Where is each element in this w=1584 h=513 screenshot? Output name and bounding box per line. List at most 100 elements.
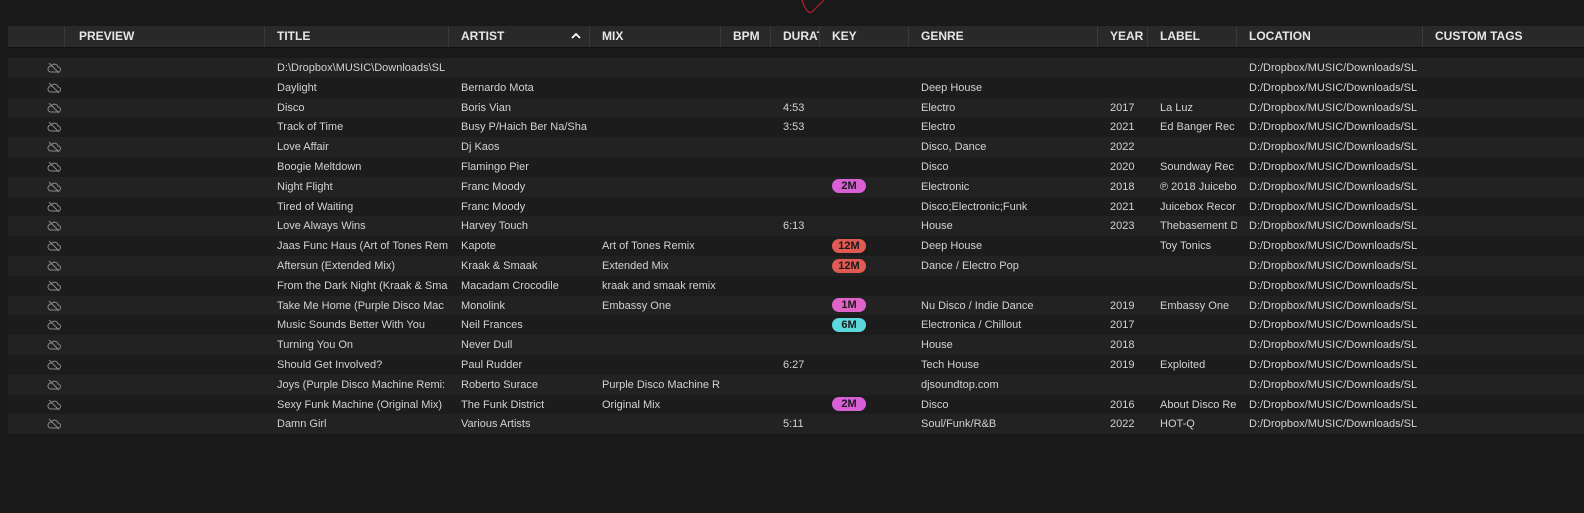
duration-cell xyxy=(771,78,820,98)
cloud-off-icon[interactable] xyxy=(47,339,61,351)
mix-cell: Art of Tones Remix xyxy=(602,240,695,253)
cloud-off-icon[interactable] xyxy=(47,359,61,371)
artist-cell: Paul Rudder xyxy=(461,358,523,371)
duration-cell: 6:27 xyxy=(783,358,805,371)
table-row[interactable]: Daylight Bernardo Mota Deep House D:/Dropbo… xyxy=(8,77,1584,98)
artist-cell: Bernardo Mota xyxy=(461,81,534,94)
title-cell: From the Dark Night (Kraak & Sma xyxy=(277,279,448,292)
key-cell: 1M xyxy=(820,296,909,316)
label-cell xyxy=(1148,256,1237,276)
column-header-preview[interactable]: PREVIEW xyxy=(67,26,265,47)
label-cell xyxy=(1148,78,1237,98)
table-row[interactable]: Music Sounds Better With You Neil Frances… xyxy=(8,315,1584,336)
column-header-key[interactable]: KEY xyxy=(820,26,909,47)
title-cell: Music Sounds Better With You xyxy=(277,319,425,332)
column-header-artist[interactable]: ARTIST xyxy=(449,26,590,47)
table-row[interactable]: D:\Dropbox\MUSIC\Downloads\SL D:/Dropbox/… xyxy=(8,58,1584,78)
location-cell: D:/Dropbox/MUSIC/Downloads/SL xyxy=(1249,220,1418,233)
location-cell: D:/Dropbox/MUSIC/Downloads/SL xyxy=(1249,62,1418,74)
cloud-off-icon[interactable] xyxy=(47,62,61,74)
column-header-title[interactable]: TITLE xyxy=(265,26,449,47)
label-cell xyxy=(1148,276,1237,296)
column-header-mix[interactable]: MIX xyxy=(590,26,721,47)
bpm-cell xyxy=(721,276,771,296)
table-row[interactable]: Track of Time Busy P/Haich Ber Na/Sha 3:53… xyxy=(8,117,1584,138)
column-header-year[interactable]: YEAR xyxy=(1098,26,1148,47)
artist-cell: Monolink xyxy=(461,299,506,312)
cloud-off-icon[interactable] xyxy=(47,220,61,232)
label-cell: Thebasement D xyxy=(1160,220,1237,233)
key-cell xyxy=(820,355,909,375)
mix-cell xyxy=(590,414,721,434)
column-header-genre[interactable]: GENRE xyxy=(909,26,1098,47)
cloud-off-icon[interactable] xyxy=(47,82,61,94)
location-cell: D:/Dropbox/MUSIC/Downloads/SL xyxy=(1249,279,1418,292)
column-header-location[interactable]: LOCATION xyxy=(1237,26,1423,47)
cloud-off-icon[interactable] xyxy=(47,161,61,173)
cloud-off-icon[interactable] xyxy=(47,102,61,114)
mix-cell xyxy=(590,177,721,197)
location-cell: D:/Dropbox/MUSIC/Downloads/SL xyxy=(1249,240,1418,253)
artist-cell: Busy P/Haich Ber Na/Sha xyxy=(461,121,587,134)
title-cell: Disco xyxy=(277,101,305,114)
bpm-cell xyxy=(721,375,771,395)
key-cell xyxy=(820,58,909,78)
table-row[interactable]: Take Me Home (Purple Disco Mac Monolink Em… xyxy=(8,295,1584,316)
title-cell: Joys (Purple Disco Machine Remi: xyxy=(277,378,446,391)
column-header-label[interactable]: LABEL xyxy=(1148,26,1237,47)
cloud-off-icon[interactable] xyxy=(47,379,61,391)
column-header-bpm[interactable]: BPM xyxy=(721,26,771,47)
table-row[interactable]: Night Flight Franc Moody 2M Electronic 2018 ℗… xyxy=(8,176,1584,197)
year-cell: 2023 xyxy=(1110,220,1135,233)
genre-cell xyxy=(909,276,1098,296)
title-cell: Boogie Meltdown xyxy=(277,160,362,173)
key-cell: 12M xyxy=(820,256,909,276)
table-row[interactable]: Jaas Func Haus (Art of Tones Rem Kapote Ar… xyxy=(8,236,1584,256)
mix-cell xyxy=(590,315,721,335)
duration-cell xyxy=(771,137,820,157)
table-row[interactable]: Damn Girl Various Artists 5:11 Soul/Funk/R&… xyxy=(8,414,1584,435)
column-header-duration[interactable]: DURAT xyxy=(771,26,820,47)
mix-cell: kraak and smaak remix xyxy=(602,279,716,292)
year-cell xyxy=(1098,58,1148,78)
table-row[interactable]: Turning You On Never Dull House 2018 D:/Drop… xyxy=(8,335,1584,355)
table-row[interactable]: Love Always Wins Harvey Touch 6:13 House 202… xyxy=(8,216,1584,237)
bpm-cell xyxy=(721,355,771,375)
bpm-cell xyxy=(721,395,771,415)
table-row[interactable]: Disco Boris Vian 4:53 Electro 2017 La Luz D:/D… xyxy=(8,97,1584,118)
genre-cell: House xyxy=(921,339,953,352)
duration-cell xyxy=(771,58,820,78)
table-row[interactable]: Should Get Involved? Paul Rudder 6:27 Tech … xyxy=(8,354,1584,375)
column-header-custom-tags[interactable]: CUSTOM TAGS xyxy=(1423,26,1584,47)
bpm-cell xyxy=(721,315,771,335)
cloud-off-icon[interactable] xyxy=(47,201,61,213)
artist-cell: Macadam Crocodile xyxy=(461,279,559,292)
table-row[interactable]: Tired of Waiting Franc Moody Disco;Electro… xyxy=(8,196,1584,217)
table-row[interactable]: Boogie Meltdown Flamingo Pier Disco 2020 Sou… xyxy=(8,156,1584,177)
bpm-cell xyxy=(721,177,771,197)
mix-cell: Original Mix xyxy=(602,398,661,411)
table-row[interactable]: Sexy Funk Machine (Original Mix) The Funk… xyxy=(8,394,1584,415)
table-row[interactable]: Aftersun (Extended Mix) Kraak & Smaak Exte… xyxy=(8,255,1584,276)
key-cell xyxy=(820,157,909,177)
key-cell xyxy=(820,137,909,157)
location-cell: D:/Dropbox/MUSIC/Downloads/SL xyxy=(1249,160,1418,173)
cloud-off-icon[interactable] xyxy=(47,141,61,153)
label-cell: La Luz xyxy=(1160,101,1194,114)
cloud-off-icon[interactable] xyxy=(47,319,61,331)
cloud-off-icon[interactable] xyxy=(47,260,61,272)
cloud-off-icon[interactable] xyxy=(47,121,61,133)
cloud-off-icon[interactable] xyxy=(47,280,61,292)
cloud-off-icon[interactable] xyxy=(47,240,61,252)
cloud-off-icon[interactable] xyxy=(47,181,61,193)
table-row[interactable]: Love Affair Dj Kaos Disco, Dance 2022 D:/Dro… xyxy=(8,137,1584,157)
cloud-off-icon[interactable] xyxy=(47,418,61,430)
genre-cell: Disco xyxy=(921,160,949,173)
year-cell: 2019 xyxy=(1110,299,1135,312)
artist-cell: Never Dull xyxy=(461,339,513,352)
cloud-off-icon[interactable] xyxy=(47,300,61,312)
table-row[interactable]: From the Dark Night (Kraak & Sma Macadam … xyxy=(8,275,1584,296)
cloud-off-icon[interactable] xyxy=(47,399,61,411)
table-row[interactable]: Joys (Purple Disco Machine Remi: Roberto … xyxy=(8,374,1584,395)
column-header-status[interactable] xyxy=(8,26,65,47)
